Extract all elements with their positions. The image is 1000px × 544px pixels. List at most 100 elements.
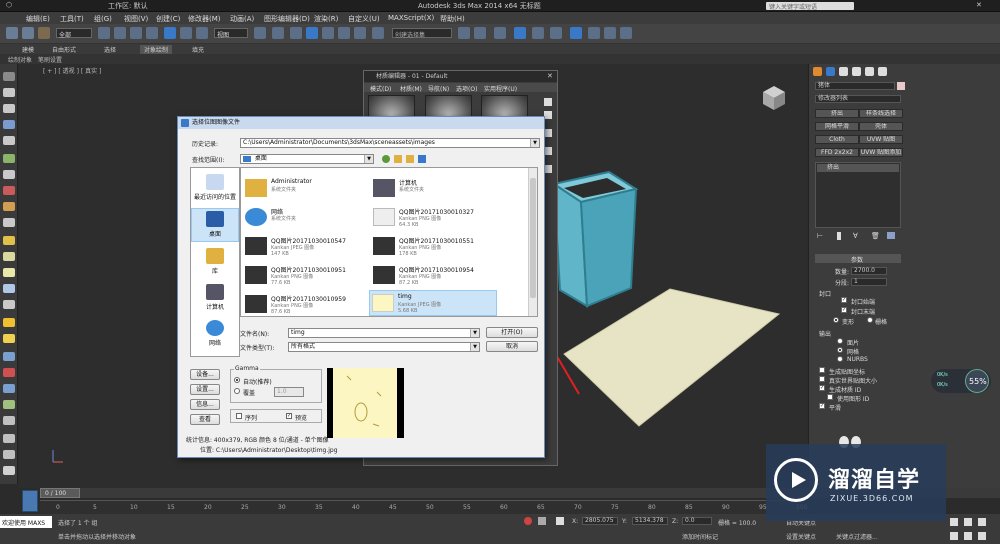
align-icon[interactable] [474,27,486,39]
filetype-chevron-down-icon[interactable]: ▼ [470,343,479,351]
link-icon[interactable] [38,27,50,39]
zoom-extents-icon[interactable] [964,532,972,540]
z-coord-field[interactable]: 0.0 [682,517,712,525]
backlight-icon[interactable] [544,111,552,119]
configure-sets-icon[interactable] [887,232,895,239]
selection-filter-dropdown[interactable]: 全部 [56,28,92,39]
modifier-uvw-add-button[interactable]: UVW 贴图添加 [859,148,903,157]
tool-18-icon[interactable] [3,352,15,361]
open-button[interactable]: 打开(O) [486,327,538,338]
patch-radio[interactable] [837,338,843,344]
tab-object-paint[interactable]: 对象绘制 [140,45,173,54]
tool-6-icon[interactable] [3,154,15,163]
tab-populate[interactable]: 填充 [192,45,204,54]
tool-2-icon[interactable] [3,88,15,97]
snap-toggle-icon[interactable] [306,27,318,39]
key-filters-button[interactable]: 关键点过滤器... [836,532,878,541]
back-icon[interactable] [382,155,390,163]
display-tab-icon[interactable] [865,67,874,76]
fov-icon[interactable] [950,532,958,540]
graphite-toggle-icon[interactable] [514,27,526,39]
layer-manager-icon[interactable] [494,27,506,39]
maxscript-listener[interactable]: 欢迎使用 MAXS [0,516,52,528]
remove-modifier-icon[interactable]: 🗑 [871,232,880,240]
place-computer[interactable]: 计算机 [191,282,239,316]
mat-menu-mode[interactable]: 模式(D) [370,84,391,93]
lookin-dropdown[interactable]: 桌面 ▼ [240,154,374,164]
tool-25-icon[interactable] [3,466,15,475]
menu-graph-editors[interactable]: 图形编辑器(D) [264,14,310,24]
rendered-frame-icon[interactable] [604,27,616,39]
segments-field[interactable]: 1 [851,278,887,286]
rotate-icon[interactable] [180,27,192,39]
smooth-checkbox[interactable]: ✓ [819,403,825,409]
place-desktop[interactable]: 桌面 [191,208,239,242]
window-crossing-icon[interactable] [146,27,158,39]
uv-tiling-icon[interactable] [544,147,552,155]
reference-coord-dropdown[interactable]: 视图 [214,28,248,39]
gamma-override-field[interactable]: 1.0 [274,387,304,397]
ribbon-brush-settings[interactable]: 笔刷设置 [38,55,62,64]
stack-item-extrude[interactable]: 挤出 [817,164,899,172]
tool-15-icon[interactable] [3,300,15,309]
file-item-qq-0954[interactable]: QQ图片20171030010954 Kankan PNG 图像 87.2 KB [371,263,499,289]
tool-3-icon[interactable] [3,104,15,113]
menu-modifiers[interactable]: 修改器(M) [188,14,221,24]
mat-menu-options[interactable]: 选项(O) [456,84,477,93]
place-recent[interactable]: 最近访问的位置 [191,172,239,206]
material-editor-title[interactable]: 材质编辑器 - 01 - Default [364,71,557,82]
create-tab-icon[interactable] [813,67,822,76]
scale-icon[interactable] [196,27,208,39]
history-chevron-down-icon[interactable]: ▼ [530,139,539,147]
tool-1-icon[interactable] [3,72,15,81]
tool-7-icon[interactable] [3,170,15,179]
percent-snap-icon[interactable] [338,27,350,39]
file-item-administrator[interactable]: Administrator 系统文件夹 [243,176,371,202]
tab-selection[interactable]: 选择 [104,45,116,54]
dialog-title[interactable]: 选择位图图像文件 [178,117,544,129]
workspace-selector[interactable]: 工作区: 默认 [108,1,148,11]
render-production-icon[interactable] [620,27,632,39]
tool-20-icon[interactable] [3,384,15,393]
lock-selection-icon[interactable] [524,517,532,525]
maximize-viewport-icon[interactable] [978,532,986,540]
history-dropdown[interactable]: C:\Users\Administrator\Documents\3dsMax\… [240,138,540,148]
show-end-result-icon[interactable] [837,232,841,240]
mesh-radio[interactable] [837,347,843,353]
render-setup-icon[interactable] [588,27,600,39]
orbit-icon[interactable] [978,518,986,526]
object-color-swatch[interactable] [897,82,905,90]
file-item-qq-0551[interactable]: QQ图片20171030010551 Kankan PNG 图像 178 KB [371,234,499,260]
tool-19-icon[interactable] [3,368,15,377]
utilities-tab-icon[interactable] [878,67,887,76]
modifier-extrude-button[interactable]: 挤出 [815,109,859,118]
modifier-meshsmooth-button[interactable]: 网格平滑 [815,122,859,131]
modifier-uvw-map-button[interactable]: UVW 贴图 [859,135,903,144]
nurbs-radio[interactable] [837,356,843,362]
schematic-view-icon[interactable] [550,27,562,39]
select-manipulate-icon[interactable] [272,27,284,39]
modifier-list-dropdown[interactable]: 修改器列表 [815,95,901,103]
view-menu-icon[interactable] [418,155,426,163]
mini-listener-button[interactable] [22,490,38,512]
mat-menu-material[interactable]: 材质(M) [400,84,422,93]
file-item-network[interactable]: 网络 系统文件夹 [243,205,371,231]
select-icon[interactable] [98,27,110,39]
tool-8-icon[interactable] [3,186,15,195]
motion-tab-icon[interactable] [852,67,861,76]
menu-help[interactable]: 帮助(H) [440,14,465,24]
ribbon-paint-objects[interactable]: 绘制对象 [8,55,32,64]
y-coord-field[interactable]: 5134.378 [632,517,668,525]
new-folder-icon[interactable] [406,155,414,163]
file-list[interactable]: Administrator 系统文件夹 计算机 系统文件夹 网络 系统文件夹 Q… [240,167,538,317]
use-shape-id-checkbox[interactable] [827,394,833,400]
menu-rendering[interactable]: 渲染(R) [314,14,338,24]
tool-10-icon[interactable] [3,218,15,227]
tool-14-icon[interactable] [3,284,15,293]
video-check-icon[interactable] [544,165,552,173]
menu-tools[interactable]: 工具(T) [60,14,84,24]
gen-map-coords-checkbox[interactable] [819,367,825,373]
tool-4-icon[interactable] [3,120,15,129]
filename-field[interactable]: timg ▼ [288,328,480,338]
file-item-timg[interactable]: timg Kankan JPEG 图像 5.68 KB [369,290,497,316]
